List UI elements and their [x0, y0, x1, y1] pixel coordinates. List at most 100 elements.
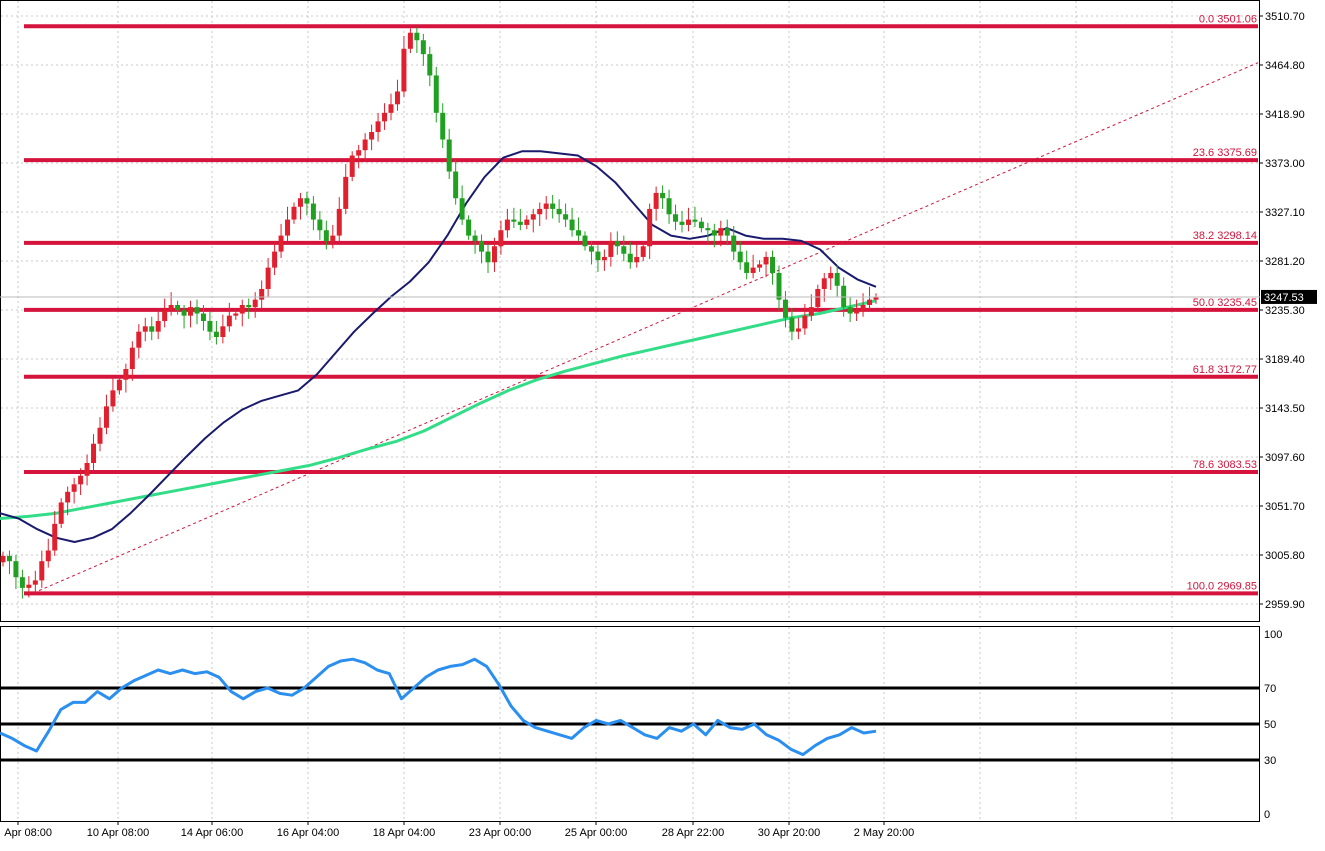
candle-body [511, 219, 517, 222]
candle-body [582, 235, 588, 247]
candle-body [692, 219, 698, 222]
candle-body [259, 288, 265, 300]
candle-body [782, 299, 788, 318]
candle-body [498, 230, 504, 247]
candle-body [847, 307, 853, 314]
candle-body [272, 251, 278, 268]
candle-body [466, 219, 472, 236]
candle-body [142, 326, 148, 332]
candle-body [0, 555, 6, 563]
candle-body [226, 315, 232, 327]
candle-body [504, 219, 510, 231]
candle-body [84, 462, 90, 476]
trading-chart: 0.0 3501.06 23.6 3375.69 38.2 3298.14 50.0 … [0, 0, 1325, 846]
price-tick-label: 3143.50 [1265, 403, 1305, 415]
candle-body [834, 272, 840, 286]
candle-body [608, 240, 614, 257]
candle-body [356, 150, 362, 156]
candle-body [731, 235, 737, 252]
fib-level-label: 61.8 3172.77 [1193, 364, 1257, 376]
time-tick-label: 18 Apr 04:00 [373, 827, 435, 839]
candle-body [97, 427, 103, 444]
candle-body [808, 307, 814, 316]
candle-body [802, 315, 808, 329]
price-tick-label: 3373.00 [1265, 158, 1305, 170]
candle-body [757, 264, 763, 268]
candle-body [136, 331, 142, 348]
candle-body [517, 221, 523, 225]
price-tick-label: 3281.20 [1265, 256, 1305, 268]
candle-body [330, 235, 336, 241]
candle-body [666, 198, 672, 215]
candle-body [116, 379, 122, 391]
candle-body [213, 331, 219, 338]
candle-body [162, 310, 168, 321]
candle-body [19, 577, 25, 588]
candle-body [453, 171, 459, 199]
time-tick-label: 28 Apr 22:00 [662, 827, 724, 839]
candle-body [32, 580, 38, 585]
time-tick-label: Apr 08:00 [4, 827, 52, 839]
oscillator-tick-label: 0 [1264, 809, 1270, 821]
candle-body [789, 317, 795, 332]
candle-body [588, 246, 594, 252]
candle-body [873, 297, 879, 300]
candle-body [123, 369, 129, 380]
candle-body [13, 561, 19, 578]
candle-body [200, 313, 206, 321]
time-tick-label: 23 Apr 00:00 [469, 827, 531, 839]
candle-body [821, 278, 827, 289]
candle-body [6, 555, 12, 562]
candle-body [420, 40, 426, 55]
candle-body [647, 208, 653, 247]
price-tick-label: 3097.60 [1265, 452, 1305, 464]
candle-body [815, 288, 821, 308]
oscillator-tick-label: 50 [1264, 719, 1276, 731]
price-tick-label: 3464.80 [1265, 60, 1305, 72]
candle-body [168, 304, 174, 311]
candle-body [711, 230, 717, 236]
candle-body [278, 235, 284, 252]
candle-body [297, 198, 303, 207]
chart-canvas: 0.0 3501.06 23.6 3375.69 38.2 3298.14 50.0 … [0, 0, 1325, 846]
candle-body [718, 228, 724, 236]
candle-body [724, 228, 730, 236]
candle-body [705, 228, 711, 231]
candle-body [110, 390, 116, 407]
current-price-label: 3247.53 [1264, 292, 1304, 304]
candle-body [388, 104, 394, 113]
price-tick-label: 3418.90 [1265, 109, 1305, 121]
price-tick-label: 3510.70 [1265, 11, 1305, 23]
candle-body [401, 48, 407, 92]
candle-body [252, 299, 258, 308]
candle-body [181, 310, 187, 316]
candle-body [433, 75, 439, 113]
candle-body [382, 112, 388, 122]
candle-body [679, 221, 685, 225]
candle-body [550, 203, 556, 209]
candle-body [569, 219, 575, 231]
candle-body [246, 304, 252, 308]
candle-body [149, 326, 155, 332]
candle-body [795, 328, 801, 332]
candle-body [530, 214, 536, 220]
candle-body [543, 203, 549, 209]
candle-body [78, 475, 84, 485]
candle-body [744, 262, 750, 273]
candle-body [828, 272, 834, 279]
candle-body [576, 230, 582, 236]
fib-level-label: 23.6 3375.69 [1193, 147, 1257, 159]
candle-body [343, 176, 349, 209]
price-tick-label: 2959.90 [1265, 599, 1305, 611]
candle-body [867, 299, 873, 305]
candle-body [556, 208, 562, 215]
oscillator-tick-label: 30 [1264, 755, 1276, 767]
price-tick-label: 3327.10 [1265, 207, 1305, 219]
candle-body [563, 214, 569, 220]
candle-body [595, 251, 601, 261]
candle-body [673, 214, 679, 222]
fib-level-label: 38.2 3298.14 [1193, 230, 1257, 242]
candle-body [640, 246, 646, 257]
candle-body [660, 192, 666, 199]
candle-body [841, 285, 847, 308]
